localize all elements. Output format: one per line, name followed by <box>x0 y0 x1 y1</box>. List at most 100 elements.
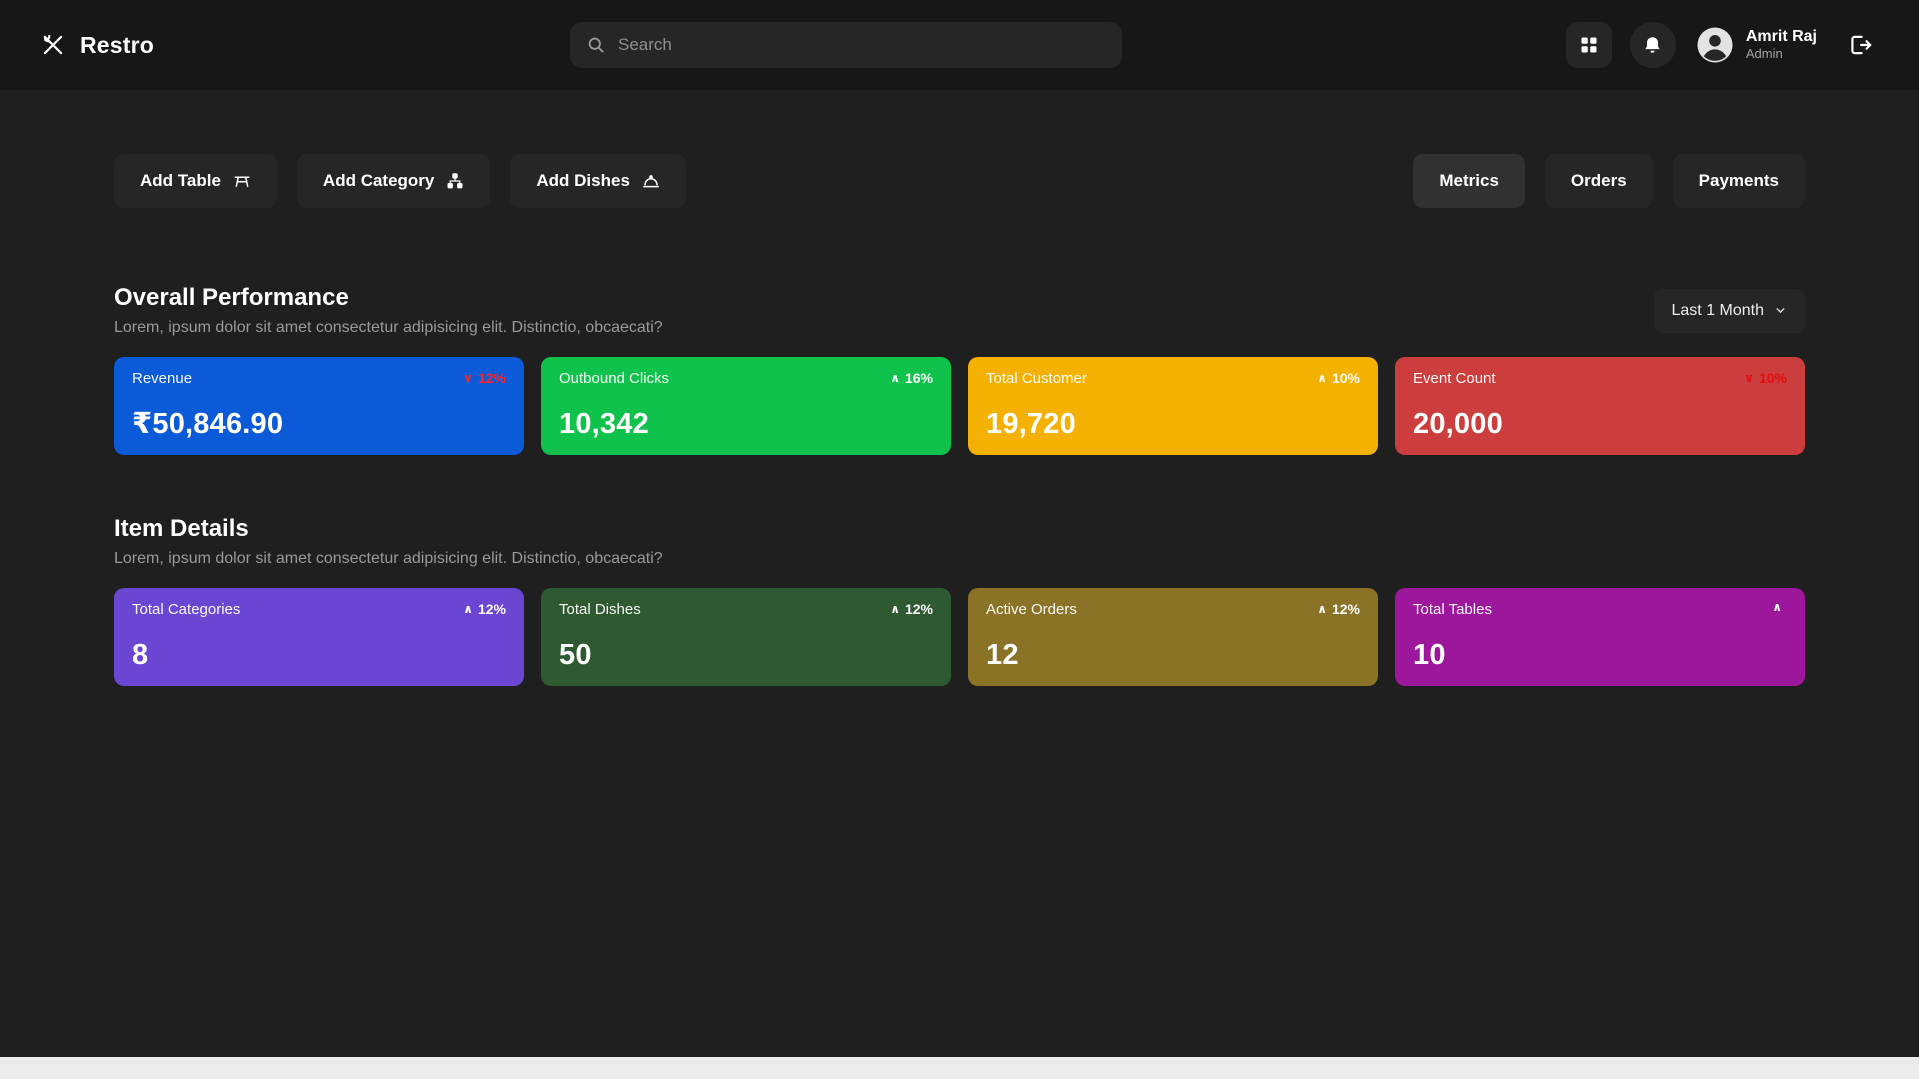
user-profile[interactable]: Amrit Raj Admin <box>1694 24 1817 66</box>
trend-percent: 12% <box>905 601 933 617</box>
main-content: Add Table Add Category <box>0 154 1919 686</box>
metric-label: Total Customer <box>986 370 1087 387</box>
metric-card-header: Total Categories ∧ 12% <box>132 601 506 618</box>
metric-value: 19,720 <box>986 408 1360 441</box>
brand-name: Restro <box>80 32 154 59</box>
section-header: Item Details Lorem, ipsum dolor sit amet… <box>114 515 1805 568</box>
metric-card-event-count: Event Count ∨ 10% 20,000 <box>1395 357 1805 455</box>
section-header: Overall Performance Lorem, ipsum dolor s… <box>114 284 1805 337</box>
trend-arrow-icon: ∧ <box>463 603 473 615</box>
metric-label: Outbound Clicks <box>559 370 669 387</box>
metric-trend: ∧ 16% <box>890 370 933 386</box>
trend-arrow-icon: ∧ <box>890 372 900 384</box>
metric-value: 10,342 <box>559 408 933 441</box>
add-actions: Add Table Add Category <box>114 154 686 208</box>
metric-label: Total Dishes <box>559 601 641 618</box>
trend-percent: 10% <box>1759 370 1787 386</box>
metric-trend: ∧ 12% <box>1317 601 1360 617</box>
trend-arrow-icon: ∧ <box>1317 372 1327 384</box>
metric-value: 50 <box>559 639 933 672</box>
section-title: Item Details <box>114 515 663 543</box>
metric-trend: ∧ 12% <box>890 601 933 617</box>
metric-trend: ∨ 10% <box>1744 370 1787 386</box>
metric-trend: ∧ 10% <box>1317 370 1360 386</box>
metric-card-total-customer: Total Customer ∧ 10% 19,720 <box>968 357 1378 455</box>
metric-label: Active Orders <box>986 601 1077 618</box>
add-table-button[interactable]: Add Table <box>114 154 277 208</box>
search-bar[interactable] <box>570 22 1122 68</box>
metric-card-header: Outbound Clicks ∧ 16% <box>559 370 933 387</box>
restaurant-logo-icon <box>40 32 66 58</box>
view-tabs: Metrics Orders Payments <box>1413 154 1805 208</box>
metric-value: ₹50,846.90 <box>132 406 506 441</box>
logout-button[interactable] <box>1841 26 1879 64</box>
category-icon <box>446 172 464 190</box>
section-header-text: Item Details Lorem, ipsum dolor sit amet… <box>114 515 663 568</box>
search-input[interactable] <box>618 35 1106 55</box>
dashboard-grid-button[interactable] <box>1566 22 1612 68</box>
section-subtitle: Lorem, ipsum dolor sit amet consectetur … <box>114 550 663 568</box>
user-role: Admin <box>1746 47 1817 62</box>
dish-icon <box>642 172 660 190</box>
trend-percent: 16% <box>905 370 933 386</box>
trend-percent: 12% <box>478 601 506 617</box>
metric-card-header: Total Dishes ∧ 12% <box>559 601 933 618</box>
section-subtitle: Lorem, ipsum dolor sit amet consectetur … <box>114 319 663 337</box>
app-header: Restro <box>0 0 1919 90</box>
metric-card-total-tables: Total Tables ∧ 10 <box>1395 588 1805 686</box>
tab-payments[interactable]: Payments <box>1673 154 1805 208</box>
metric-card-total-dishes: Total Dishes ∧ 12% 50 <box>541 588 951 686</box>
notifications-button[interactable] <box>1630 22 1676 68</box>
section-title: Overall Performance <box>114 284 663 312</box>
metric-card-revenue: Revenue ∨ 12% ₹50,846.90 <box>114 357 524 455</box>
header-actions: Amrit Raj Admin <box>1566 22 1879 68</box>
tab-metrics[interactable]: Metrics <box>1413 154 1525 208</box>
trend-percent: 12% <box>478 370 506 386</box>
add-dishes-button[interactable]: Add Dishes <box>510 154 686 208</box>
metric-card-header: Total Customer ∧ 10% <box>986 370 1360 387</box>
add-dishes-label: Add Dishes <box>536 171 630 191</box>
metric-value: 12 <box>986 639 1360 672</box>
overall-performance-section: Overall Performance Lorem, ipsum dolor s… <box>114 284 1805 455</box>
metric-trend: ∧ 12% <box>463 601 506 617</box>
trend-arrow-icon: ∧ <box>1317 603 1327 615</box>
metric-card-header: Total Tables ∧ <box>1413 601 1787 618</box>
add-category-label: Add Category <box>323 171 434 191</box>
grid-icon <box>1579 35 1599 55</box>
logout-icon <box>1847 32 1873 58</box>
trend-arrow-icon: ∨ <box>463 372 473 384</box>
add-table-label: Add Table <box>140 171 221 191</box>
item-cards: Total Categories ∧ 12% 8 Total Dishes ∧ … <box>114 588 1805 686</box>
performance-cards: Revenue ∨ 12% ₹50,846.90 Outbound Clicks… <box>114 357 1805 455</box>
table-icon <box>233 172 251 190</box>
metric-trend: ∨ 12% <box>463 370 506 386</box>
trend-arrow-icon: ∧ <box>890 603 900 615</box>
time-range-dropdown[interactable]: Last 1 Month <box>1654 289 1806 333</box>
metric-trend: ∧ <box>1772 601 1787 613</box>
trend-arrow-icon: ∧ <box>1772 601 1782 613</box>
avatar-icon <box>1694 24 1736 66</box>
metric-value: 8 <box>132 639 506 672</box>
brand[interactable]: Restro <box>40 32 154 59</box>
bell-icon <box>1642 35 1663 56</box>
metric-label: Total Tables <box>1413 601 1492 618</box>
user-meta: Amrit Raj Admin <box>1746 28 1817 61</box>
tab-orders[interactable]: Orders <box>1545 154 1653 208</box>
metric-label: Revenue <box>132 370 192 387</box>
metric-value: 20,000 <box>1413 408 1787 441</box>
metric-card-header: Active Orders ∧ 12% <box>986 601 1360 618</box>
metric-value: 10 <box>1413 639 1787 672</box>
trend-arrow-icon: ∨ <box>1744 372 1754 384</box>
metric-card-outbound-clicks: Outbound Clicks ∧ 16% 10,342 <box>541 357 951 455</box>
metric-label: Total Categories <box>132 601 240 618</box>
chevron-down-icon <box>1774 304 1787 317</box>
search-icon <box>586 35 606 55</box>
trend-percent: 12% <box>1332 601 1360 617</box>
section-header-text: Overall Performance Lorem, ipsum dolor s… <box>114 284 663 337</box>
add-category-button[interactable]: Add Category <box>297 154 490 208</box>
metric-card-active-orders: Active Orders ∧ 12% 12 <box>968 588 1378 686</box>
metric-card-total-categories: Total Categories ∧ 12% 8 <box>114 588 524 686</box>
metric-card-header: Revenue ∨ 12% <box>132 370 506 387</box>
user-name: Amrit Raj <box>1746 28 1817 46</box>
page-bottom-strip <box>0 1057 1919 1079</box>
